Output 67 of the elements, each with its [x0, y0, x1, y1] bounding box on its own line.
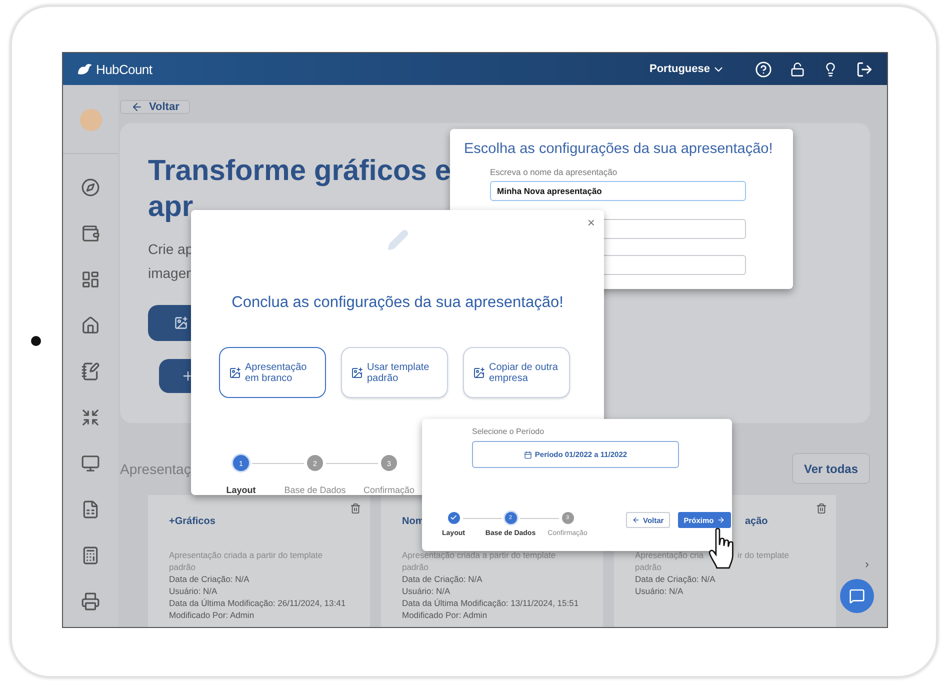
close-button[interactable]: × — [587, 216, 595, 229]
arrow-left-icon — [632, 516, 640, 524]
card-detail: Apresentação cria — [635, 549, 704, 561]
spreadsheet-icon[interactable] — [81, 500, 100, 519]
view-all-button[interactable]: Ver todas — [792, 453, 870, 484]
chart-add-icon — [229, 366, 241, 378]
step-label: Confirmação — [363, 485, 415, 495]
shrink-arrows-icon[interactable] — [81, 408, 100, 427]
printer-icon[interactable] — [81, 592, 100, 611]
option-button[interactable]: Apresentação em branco — [219, 347, 326, 398]
trash-icon[interactable] — [816, 503, 827, 514]
field-label: Selecione o Período — [472, 427, 546, 436]
dialog-title: Conclua as configurações da sua apresentação! — [230, 294, 564, 312]
card-detail: ir do template — [738, 549, 790, 561]
camera-dot — [31, 336, 41, 346]
card-detail: Modificado Por: Admin — [169, 609, 254, 621]
dashboard-icon[interactable] — [81, 270, 100, 289]
section-title: Apresentaç — [120, 460, 191, 476]
card-detail: Usuário: N/A — [169, 585, 218, 597]
back-button[interactable]: Voltar — [120, 100, 190, 114]
card-title: ação — [745, 516, 768, 527]
card-detail: Data da Última Modificação: 13/11/2024, 15:51 — [402, 597, 579, 609]
step-label: Base de Dados — [284, 485, 346, 495]
card-detail: Usuário: N/A — [635, 585, 684, 597]
hero-title: Transforme gráficos e apr — [148, 154, 451, 225]
language-selector[interactable]: Portuguese — [649, 62, 725, 76]
calendar-icon — [524, 450, 532, 458]
card-detail: Data de Criação: N/A — [402, 573, 482, 585]
calculator-icon[interactable] — [81, 546, 100, 565]
chat-button[interactable] — [840, 579, 874, 613]
step-label: Layout — [226, 485, 256, 495]
wallet-icon[interactable] — [81, 224, 100, 243]
unlock-icon[interactable] — [790, 62, 805, 76]
name-input[interactable]: Minha Nova apresentação — [490, 181, 746, 201]
trash-icon[interactable] — [350, 503, 361, 514]
card-detail: padrão — [635, 561, 662, 573]
card-detail: Modificado Por: Admin — [402, 609, 488, 621]
card-detail: padrão — [169, 561, 196, 573]
next-arrow[interactable]: › — [865, 557, 869, 571]
option-button[interactable]: Usar template padrão — [341, 347, 448, 398]
chart-add-icon — [174, 316, 188, 330]
card-detail: Data de Criação: N/A — [169, 573, 250, 585]
logout-icon[interactable] — [856, 60, 873, 78]
chat-icon — [849, 588, 865, 604]
logo-text: HubCount — [96, 62, 152, 76]
card-detail: Data da Última Modificação: 26/11/2024, 13:41 — [169, 597, 346, 609]
arrow-right-icon — [716, 516, 725, 524]
arrow-left-icon — [131, 101, 143, 113]
help-icon[interactable] — [755, 60, 772, 78]
card-detail: Data de Criação: N/A — [635, 573, 716, 585]
home-icon[interactable] — [81, 316, 100, 335]
field-label: Escreva o nome da apresentação — [490, 167, 618, 177]
presentation-card[interactable]: +Gráficos Apresentação criada a partir do template padrão Data de Criação: N/A Usuário: N/A Data da Última Modificação: 26/11/2024, 13:41 Modificado Por: Admin — [148, 495, 370, 627]
notebook-pen-icon[interactable] — [81, 362, 100, 381]
logo-icon — [77, 63, 93, 75]
card-detail: padrão — [402, 561, 428, 573]
monitor-icon[interactable] — [81, 454, 100, 473]
chart-add-icon — [473, 366, 485, 378]
card-title: +Gráficos — [169, 516, 216, 527]
lightbulb-icon[interactable] — [823, 62, 838, 76]
card-detail: Usuário: N/A — [402, 585, 450, 597]
chart-add-icon — [351, 366, 363, 378]
dialog-title: Escolha as configurações da sua apresentação! — [464, 141, 774, 157]
compass-icon[interactable] — [81, 178, 100, 197]
card-detail: Apresentação criada a partir do template — [169, 549, 323, 561]
card-detail: Apresentação criada a partir do template — [402, 549, 556, 561]
option-button[interactable]: Copiar de outra empresa — [463, 347, 570, 398]
